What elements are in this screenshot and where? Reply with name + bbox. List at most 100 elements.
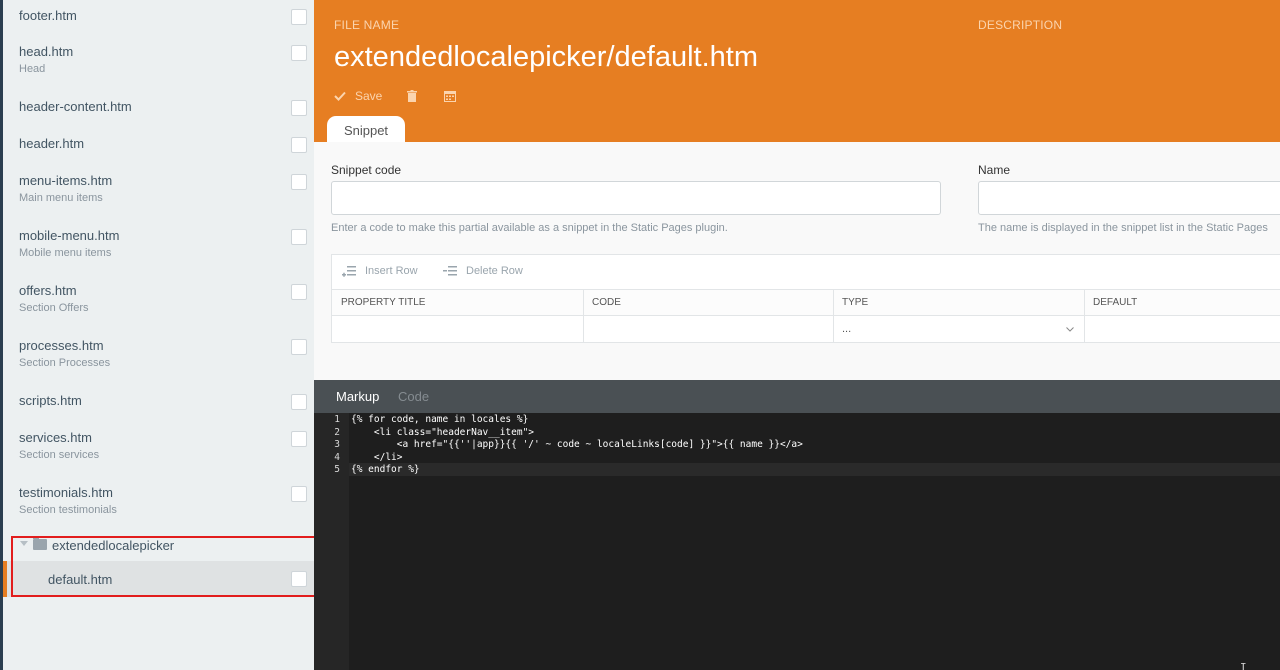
code-editor[interactable]: 1 2 3 4 5 {% for code, name in locales %… xyxy=(314,413,1280,670)
file-checkbox[interactable] xyxy=(291,229,307,245)
trash-icon xyxy=(407,90,417,102)
code-line: {% for code, name in locales %} xyxy=(351,414,529,425)
file-name: default.htm xyxy=(48,572,113,587)
snippet-code-help: Enter a code to make this partial availa… xyxy=(331,222,728,234)
column-header: TYPE xyxy=(833,290,1085,316)
folder-name: extendedlocalepicker xyxy=(52,538,175,553)
file-description: Section services xyxy=(19,449,100,461)
code-cell[interactable] xyxy=(583,316,834,343)
line-number: 5 xyxy=(334,464,340,475)
active-indicator xyxy=(3,561,7,597)
file-description: Head xyxy=(19,63,46,75)
file-description: Main menu items xyxy=(19,192,103,204)
insert-row-label: Insert Row xyxy=(365,265,418,277)
file-item-menu-items[interactable]: menu-items.htm Main menu items xyxy=(3,173,314,207)
folder-extendedlocalepicker[interactable]: extendedlocalepicker xyxy=(3,536,314,559)
column-header: PROPERTY TITLE xyxy=(332,290,584,316)
property-title-cell[interactable] xyxy=(332,316,584,343)
default-cell[interactable] xyxy=(1084,316,1280,343)
file-item-testimonials[interactable]: testimonials.htm Section testimonials xyxy=(3,485,314,519)
line-number: 3 xyxy=(334,439,340,450)
chevron-down-icon xyxy=(1066,327,1074,332)
code-line: </li> xyxy=(351,451,403,463)
file-item-header[interactable]: header.htm xyxy=(3,136,314,154)
file-checkbox[interactable] xyxy=(291,9,307,25)
active-line-highlight xyxy=(349,463,1280,476)
file-name: testimonials.htm xyxy=(19,485,113,500)
delete-row-label: Delete Row xyxy=(466,265,523,277)
file-checkbox[interactable] xyxy=(291,137,307,153)
save-button[interactable]: Save xyxy=(334,87,382,105)
file-item-header-content[interactable]: header-content.htm xyxy=(3,99,314,117)
file-item-scripts[interactable]: scripts.htm xyxy=(3,393,314,411)
insert-row-button[interactable]: Insert Row xyxy=(342,265,418,277)
file-checkbox[interactable] xyxy=(291,100,307,116)
file-item-head[interactable]: head.htm Head xyxy=(3,44,314,78)
snippet-code-label: Snippet code xyxy=(331,163,402,177)
file-item-default-selected[interactable]: default.htm xyxy=(3,561,314,597)
tab-code[interactable]: Code xyxy=(398,389,429,404)
code-line: <a href="{{''|app}}{{ '/' ~ code ~ local… xyxy=(351,439,803,450)
file-checkbox[interactable] xyxy=(291,174,307,190)
description-label: DESCRIPTION xyxy=(978,18,1063,32)
file-name: scripts.htm xyxy=(19,393,82,408)
delete-button[interactable] xyxy=(407,87,417,105)
file-name: header-content.htm xyxy=(19,99,132,114)
name-label: Name xyxy=(978,163,1011,177)
file-item-offers[interactable]: offers.htm Section Offers xyxy=(3,283,314,317)
file-name: processes.htm xyxy=(19,338,104,353)
check-icon xyxy=(334,91,346,101)
table-row: ... xyxy=(332,316,1280,343)
code-line: {% endfor %} xyxy=(351,464,420,475)
file-item-mobile-menu[interactable]: mobile-menu.htm Mobile menu items xyxy=(3,228,314,262)
file-item-footer[interactable]: footer.htm xyxy=(3,8,314,26)
tab-markup[interactable]: Markup xyxy=(336,389,379,404)
name-help: The name is displayed in the snippet lis… xyxy=(978,222,1268,234)
folder-icon xyxy=(33,536,47,550)
name-input[interactable] xyxy=(978,181,1280,215)
calendar-button[interactable] xyxy=(444,87,456,105)
file-name: services.htm xyxy=(19,430,92,445)
file-header: FILE NAME DESCRIPTION extendedlocalepick… xyxy=(314,0,1280,143)
collapse-arrow-icon[interactable] xyxy=(20,541,28,546)
file-checkbox[interactable] xyxy=(291,431,307,447)
type-select-value: ... xyxy=(842,323,852,335)
line-number: 1 xyxy=(334,414,340,425)
file-description: Section testimonials xyxy=(19,504,117,516)
type-select[interactable]: ... xyxy=(833,316,1085,343)
file-item-services[interactable]: services.htm Section services xyxy=(3,430,314,464)
file-checkbox[interactable] xyxy=(291,284,307,300)
delete-row-icon xyxy=(443,266,457,276)
code-line: <li class="headerNav__item"> xyxy=(351,426,535,438)
file-name: header.htm xyxy=(19,136,85,151)
file-name: menu-items.htm xyxy=(19,173,113,188)
file-checkbox[interactable] xyxy=(291,45,307,61)
snippet-form: Snippet code Enter a code to make this p… xyxy=(314,142,1280,380)
file-checkbox[interactable] xyxy=(291,394,307,410)
delete-row-button[interactable]: Delete Row xyxy=(443,265,523,277)
insert-row-icon xyxy=(342,266,356,277)
column-header: DEFAULT xyxy=(1093,297,1138,308)
file-name-field[interactable]: extendedlocalepicker/default.htm xyxy=(334,41,758,74)
properties-grid: Insert Row Delete Row PROPERTY TITLE COD… xyxy=(331,254,1280,343)
line-number: 2 xyxy=(334,426,340,438)
file-name: footer.htm xyxy=(19,8,77,23)
snippet-code-input[interactable] xyxy=(331,181,941,215)
file-checkbox[interactable] xyxy=(291,339,307,355)
file-description: Section Offers xyxy=(19,302,89,314)
file-checkbox[interactable] xyxy=(291,571,307,587)
file-checkbox[interactable] xyxy=(291,486,307,502)
calendar-icon xyxy=(444,91,456,102)
file-item-processes[interactable]: processes.htm Section Processes xyxy=(3,338,314,372)
line-number-gutter: 1 2 3 4 5 xyxy=(314,413,349,670)
editor-tabs: Markup Code xyxy=(314,380,1280,413)
sidebar: footer.htm head.htm Head header-content.… xyxy=(0,0,314,670)
tab-snippet[interactable]: Snippet xyxy=(327,116,405,143)
grid-toolbar: Insert Row Delete Row xyxy=(332,255,1280,290)
file-description: Mobile menu items xyxy=(19,247,112,259)
file-name: head.htm xyxy=(19,44,74,59)
file-description: Section Processes xyxy=(19,357,111,369)
line-number: 4 xyxy=(334,451,340,463)
save-label: Save xyxy=(355,89,383,103)
column-header: CODE xyxy=(583,290,834,316)
